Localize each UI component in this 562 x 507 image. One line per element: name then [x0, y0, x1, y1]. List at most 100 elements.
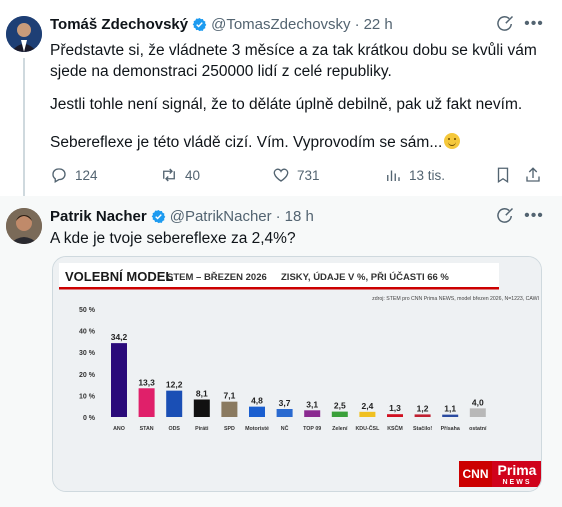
category-label: Stačilo!	[413, 426, 432, 432]
category-label: Zelení	[332, 426, 348, 432]
bar-value-label: 4,8	[251, 396, 263, 406]
bar-value-label: 2,4	[361, 401, 373, 411]
y-tick-label: 10 %	[79, 393, 96, 400]
bar-p-saha	[442, 414, 459, 417]
y-tick-label: 20 %	[79, 372, 96, 379]
category-label: ostatní	[469, 426, 487, 432]
bar-value-label: 3,1	[306, 399, 318, 409]
y-tick-label: 30 %	[79, 350, 96, 357]
bar-ods	[166, 390, 183, 417]
thread-line	[23, 58, 25, 196]
bar-value-label: 3,7	[279, 398, 291, 408]
bar-ano	[111, 343, 127, 417]
chart-subtitle: STEM – BŘEZEN 2026	[167, 271, 267, 283]
bar-value-label: 1,1	[444, 404, 456, 414]
bar-zelen-	[331, 411, 348, 417]
chart-svg: VOLEBNÍ MODEL STEM – BŘEZEN 2026 ZISKY, …	[53, 257, 541, 491]
bar-kdu-sl	[359, 411, 376, 417]
category-label: ODS	[168, 426, 180, 432]
author-name[interactable]: Tomáš Zdechovský	[50, 16, 188, 33]
bar-pir-ti	[193, 399, 210, 417]
category-label: STAN	[140, 426, 154, 432]
tweet1-paragraph-1: Představte si, že vládnete 3 měsíce a za…	[50, 42, 537, 80]
category-label: NČ	[281, 425, 289, 432]
chart-header-underline	[59, 287, 499, 290]
repost-icon	[163, 168, 175, 182]
views-button[interactable]: 13 tis.	[384, 164, 445, 186]
avatar-nacher[interactable]	[6, 208, 42, 244]
y-tick-label: 40 %	[79, 329, 96, 336]
timestamp[interactable]: 18 h	[285, 208, 314, 225]
bar-value-label: 34,2	[111, 332, 128, 342]
reply-icon	[52, 168, 66, 183]
bookmark-icon	[497, 167, 509, 184]
reply-count: 124	[75, 167, 98, 183]
chart-image-card[interactable]: VOLEBNÍ MODEL STEM – BŘEZEN 2026 ZISKY, …	[52, 256, 542, 492]
timestamp[interactable]: 22 h	[364, 16, 393, 33]
author-name[interactable]: Patrik Nacher	[50, 208, 147, 225]
tweet2-text: A kde je tvoje sebereflexe za 2,4%?	[50, 230, 296, 247]
bar-value-label: 2,5	[334, 401, 346, 411]
bar-value-label: 8,1	[196, 389, 208, 399]
bar-value-label: 13,3	[138, 377, 155, 387]
separator: ·	[354, 15, 360, 33]
cnn-logo: CNN	[459, 461, 492, 487]
bar-ks-m	[387, 414, 403, 417]
category-label: KSČM	[387, 425, 403, 432]
bar-sta-ilo-	[414, 414, 431, 417]
tweet1-actions: 124 40 731 13 tis.	[50, 164, 550, 186]
share-button[interactable]	[524, 164, 549, 186]
category-label: SPD	[224, 426, 235, 432]
prima-news-label: NEWS	[502, 479, 532, 486]
reply-button[interactable]: 124	[50, 164, 98, 186]
chart-title: VOLEBNÍ MODEL	[65, 269, 173, 284]
y-tick-label: 50 %	[79, 307, 96, 314]
views-icon	[387, 170, 400, 181]
bar-ostatn-	[469, 408, 486, 417]
category-label: KDU-ČSL	[355, 425, 380, 432]
category-label: Přísaha	[441, 426, 460, 432]
bar-value-label: 12,2	[166, 380, 183, 390]
bar-top-09	[304, 410, 321, 417]
bar-value-label: 1,2	[417, 403, 429, 413]
like-button[interactable]: 731	[272, 164, 320, 186]
bookmark-button[interactable]	[494, 164, 519, 186]
tweet1-paragraph-2: Jestli tohle není signál, že to děláte ú…	[50, 96, 523, 113]
tweet1-paragraph-3-text: Sebereflexe je této vládě cizí. Vím. Vyp…	[50, 134, 443, 151]
bar-stan	[138, 388, 155, 417]
bar-value-label: 7,1	[223, 391, 235, 401]
y-tick-label: 0 %	[83, 415, 96, 422]
smiley-icon	[444, 133, 461, 149]
tweet-zdechovsky[interactable]: Tomáš Zdechovský @TomasZdechovsky · 22 h…	[0, 0, 562, 196]
category-label: Piráti	[195, 426, 209, 432]
share-icon	[526, 167, 540, 182]
tweet1-paragraph-3: Sebereflexe je této vládě cizí. Vím. Vyp…	[50, 132, 540, 153]
repost-count: 40	[185, 167, 201, 183]
author-handle[interactable]: @TomasZdechovsky	[211, 16, 350, 33]
more-icon[interactable]: •••	[524, 14, 544, 34]
views-count: 13 tis.	[409, 167, 446, 183]
chart-subtitle-2: ZISKY, ÚDAJE V %, PŘI ÚČASTI 66 %	[281, 271, 449, 283]
author-handle[interactable]: @PatrikNacher	[170, 208, 272, 225]
grok-icon[interactable]	[495, 14, 515, 34]
chart-source: zdroj: STEM pro CNN Prima NEWS, model bř…	[372, 296, 539, 302]
verified-badge-icon	[192, 17, 207, 31]
bar-motorist-	[249, 406, 265, 417]
bar-spd	[221, 401, 238, 417]
avatar-zdechovsky[interactable]	[6, 16, 42, 52]
bar-value-label: 1,3	[389, 403, 401, 413]
like-icon	[273, 168, 289, 182]
bar-n-	[276, 409, 293, 417]
grok-icon[interactable]	[495, 206, 515, 226]
category-label: ANO	[113, 426, 125, 432]
like-count: 731	[297, 167, 320, 183]
verified-badge-icon	[151, 209, 166, 223]
more-icon[interactable]: •••	[524, 206, 544, 226]
repost-button[interactable]: 40	[160, 164, 200, 186]
tweet1-header: Tomáš Zdechovský @TomasZdechovsky · 22 h	[50, 14, 393, 34]
separator: ·	[275, 207, 281, 225]
category-label: Motoristé	[245, 426, 269, 432]
tweet2-header: Patrik Nacher @PatrikNacher · 18 h	[50, 206, 314, 226]
bar-value-label: 4,0	[472, 397, 484, 407]
category-label: TOP 09	[303, 426, 321, 432]
